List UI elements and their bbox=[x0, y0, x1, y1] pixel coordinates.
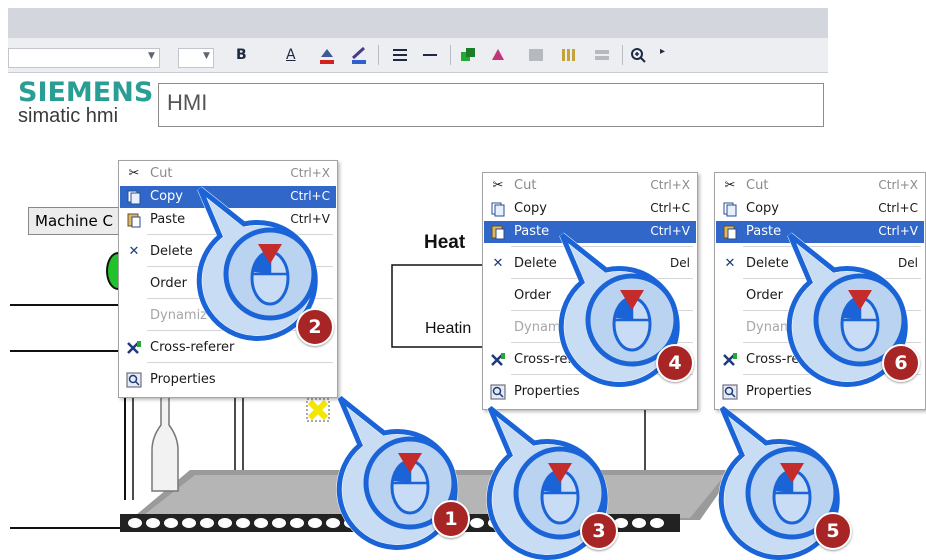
cross-reference-icon bbox=[490, 352, 506, 368]
menu-item-shortcut: Ctrl+X bbox=[290, 166, 330, 180]
step-badge-5: 5 bbox=[814, 512, 852, 550]
machine-button[interactable]: Machine C bbox=[28, 207, 132, 235]
hmi-title-text: HMI bbox=[167, 90, 208, 115]
paste-icon bbox=[722, 224, 738, 240]
step-badge-3: 3 bbox=[580, 512, 618, 550]
delete-icon: ✕ bbox=[724, 256, 736, 271]
cross-reference-icon bbox=[722, 352, 738, 368]
bold-button[interactable]: B bbox=[236, 44, 247, 66]
menu-item-label: Copy bbox=[150, 189, 183, 204]
menu-item-label: Paste bbox=[514, 224, 550, 239]
menu-item-label: Delete bbox=[514, 256, 557, 271]
toolbar-separator bbox=[450, 45, 451, 65]
zoom-icon[interactable] bbox=[630, 46, 646, 64]
menu-item-label: Paste bbox=[746, 224, 782, 239]
properties-icon bbox=[722, 384, 738, 400]
toolbar-overflow-icon[interactable]: ▸ bbox=[660, 46, 665, 57]
line-style-icon[interactable] bbox=[422, 46, 438, 64]
menu-item-cut[interactable]: ✂ Cut Ctrl+X bbox=[716, 175, 924, 197]
menu-item-shortcut: Ctrl+X bbox=[650, 178, 690, 192]
menu-item-copy[interactable]: Copy Ctrl+C bbox=[716, 198, 924, 220]
distribute-icon[interactable] bbox=[560, 46, 576, 64]
menu-item-label: Cut bbox=[746, 178, 769, 193]
menu-separator bbox=[147, 362, 333, 363]
toolbar-background bbox=[8, 8, 828, 38]
menu-item-shortcut: Ctrl+C bbox=[878, 201, 918, 215]
product-name: simatic hmi bbox=[18, 105, 119, 127]
group-icon[interactable] bbox=[528, 46, 544, 64]
menu-item-cut[interactable]: ✂ Cut Ctrl+X bbox=[120, 163, 336, 185]
bottle-graphic bbox=[150, 395, 180, 495]
same-size-icon[interactable] bbox=[594, 46, 610, 64]
align-icon[interactable] bbox=[392, 46, 408, 64]
menu-item-label: Copy bbox=[746, 201, 779, 216]
step-badge-4: 4 bbox=[656, 344, 694, 382]
menu-item-label: Cut bbox=[514, 178, 537, 193]
step-badge-1: 1 bbox=[432, 500, 470, 538]
menu-item-label: Cut bbox=[150, 166, 173, 181]
selected-object[interactable] bbox=[306, 398, 330, 422]
menu-item-properties[interactable]: Properties bbox=[120, 369, 336, 391]
scissors-icon: ✂ bbox=[724, 178, 736, 193]
step-badge-2: 2 bbox=[296, 308, 334, 346]
font-color-button[interactable]: A bbox=[286, 44, 296, 66]
menu-item-cut[interactable]: ✂ Cut Ctrl+X bbox=[484, 175, 696, 197]
heater-heading: Heat bbox=[424, 232, 466, 253]
menu-item-label: Copy bbox=[514, 201, 547, 216]
line-color-icon[interactable] bbox=[350, 45, 368, 65]
toolbar-separator bbox=[378, 45, 379, 65]
menu-item-shortcut: Ctrl+C bbox=[650, 201, 690, 215]
chevron-down-icon[interactable]: ▼ bbox=[203, 51, 210, 61]
scissors-icon: ✂ bbox=[128, 166, 140, 181]
menu-item-label: Properties bbox=[150, 372, 216, 387]
toolbar-separator bbox=[622, 45, 623, 65]
properties-icon bbox=[490, 384, 506, 400]
heating-label: Heatin bbox=[425, 320, 472, 337]
copy-icon bbox=[490, 201, 506, 217]
font-family-select[interactable] bbox=[8, 48, 160, 68]
menu-item-label: Order bbox=[746, 288, 783, 303]
menu-item-label: Order bbox=[150, 276, 187, 291]
siemens-logo: SIEMENS bbox=[18, 77, 154, 108]
hmi-title-field[interactable] bbox=[158, 83, 824, 127]
menu-item-label: Delete bbox=[150, 244, 193, 259]
paste-icon bbox=[126, 212, 142, 228]
properties-icon bbox=[126, 372, 142, 388]
rotate-icon[interactable] bbox=[490, 46, 506, 64]
copy-icon bbox=[722, 201, 738, 217]
delete-icon: ✕ bbox=[128, 244, 140, 259]
chevron-down-icon[interactable]: ▼ bbox=[148, 51, 155, 61]
bring-front-icon[interactable] bbox=[460, 46, 476, 64]
menu-item-shortcut: Ctrl+X bbox=[878, 178, 918, 192]
menu-item-label: Order bbox=[514, 288, 551, 303]
fill-color-icon[interactable] bbox=[318, 45, 336, 65]
scissors-icon: ✂ bbox=[492, 178, 504, 193]
cross-reference-icon bbox=[126, 340, 142, 356]
menu-item-copy[interactable]: Copy Ctrl+C bbox=[484, 198, 696, 220]
paste-icon bbox=[490, 224, 506, 240]
delete-icon: ✕ bbox=[492, 256, 504, 271]
menu-item-label: Paste bbox=[150, 212, 186, 227]
copy-icon bbox=[126, 189, 142, 205]
step-badge-6: 6 bbox=[882, 344, 920, 382]
